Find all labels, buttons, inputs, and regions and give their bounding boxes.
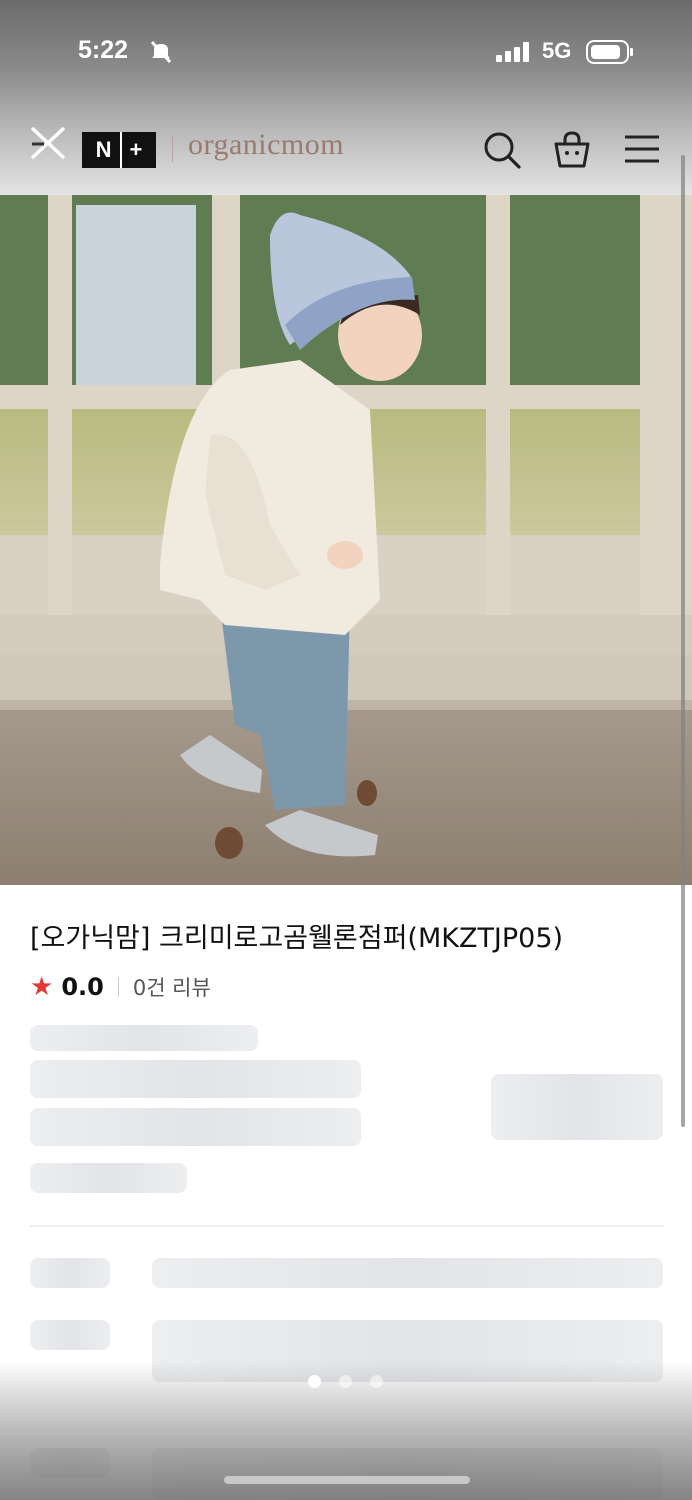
skeleton-line	[152, 1258, 663, 1288]
skeleton-label	[30, 1258, 110, 1288]
naver-plus-logo[interactable]: N +	[82, 132, 156, 168]
network-label: 5G	[542, 38, 572, 63]
home-indicator[interactable]	[224, 1476, 470, 1484]
skeleton-line	[30, 1060, 361, 1098]
product-title: [오가닉맘] 크리미로고곰웰론점퍼(MKZTJP05)	[30, 923, 564, 954]
search-icon[interactable]	[482, 130, 522, 170]
carousel-dot[interactable]	[339, 1375, 352, 1388]
skeleton-line	[30, 1108, 361, 1146]
carousel-dot[interactable]	[308, 1375, 321, 1388]
logo-n: N	[95, 137, 112, 162]
skeleton-label	[30, 1320, 110, 1350]
skeleton-line	[30, 1163, 187, 1193]
store-brand[interactable]: organicmom	[188, 128, 344, 162]
carousel-dot[interactable]	[370, 1375, 383, 1388]
logo-separator	[119, 132, 122, 168]
skeleton-line	[30, 1025, 258, 1051]
product-rating[interactable]: ★ 0.0 0건 리뷰	[30, 972, 211, 1002]
cart-icon[interactable]	[552, 130, 592, 170]
product-image[interactable]	[0, 195, 692, 885]
skeleton-block	[491, 1074, 663, 1140]
brand-divider	[172, 136, 173, 162]
review-count[interactable]: 0건 리뷰	[133, 972, 211, 1002]
status-bar: 5:22 5G	[0, 0, 692, 104]
carousel-dots[interactable]	[308, 1375, 383, 1388]
rating-score: 0.0	[61, 973, 104, 1001]
section-divider	[30, 1225, 664, 1227]
battery-icon	[586, 40, 633, 64]
menu-icon[interactable]	[622, 132, 662, 168]
signal-icon	[496, 42, 529, 62]
status-time: 5:22	[78, 36, 129, 64]
close-icon[interactable]	[26, 124, 70, 164]
rating-divider	[117, 977, 119, 997]
bell-slash-icon	[150, 40, 172, 64]
star-icon: ★	[30, 972, 54, 1002]
scrollbar[interactable]	[681, 155, 685, 1127]
logo-plus: +	[129, 137, 143, 162]
